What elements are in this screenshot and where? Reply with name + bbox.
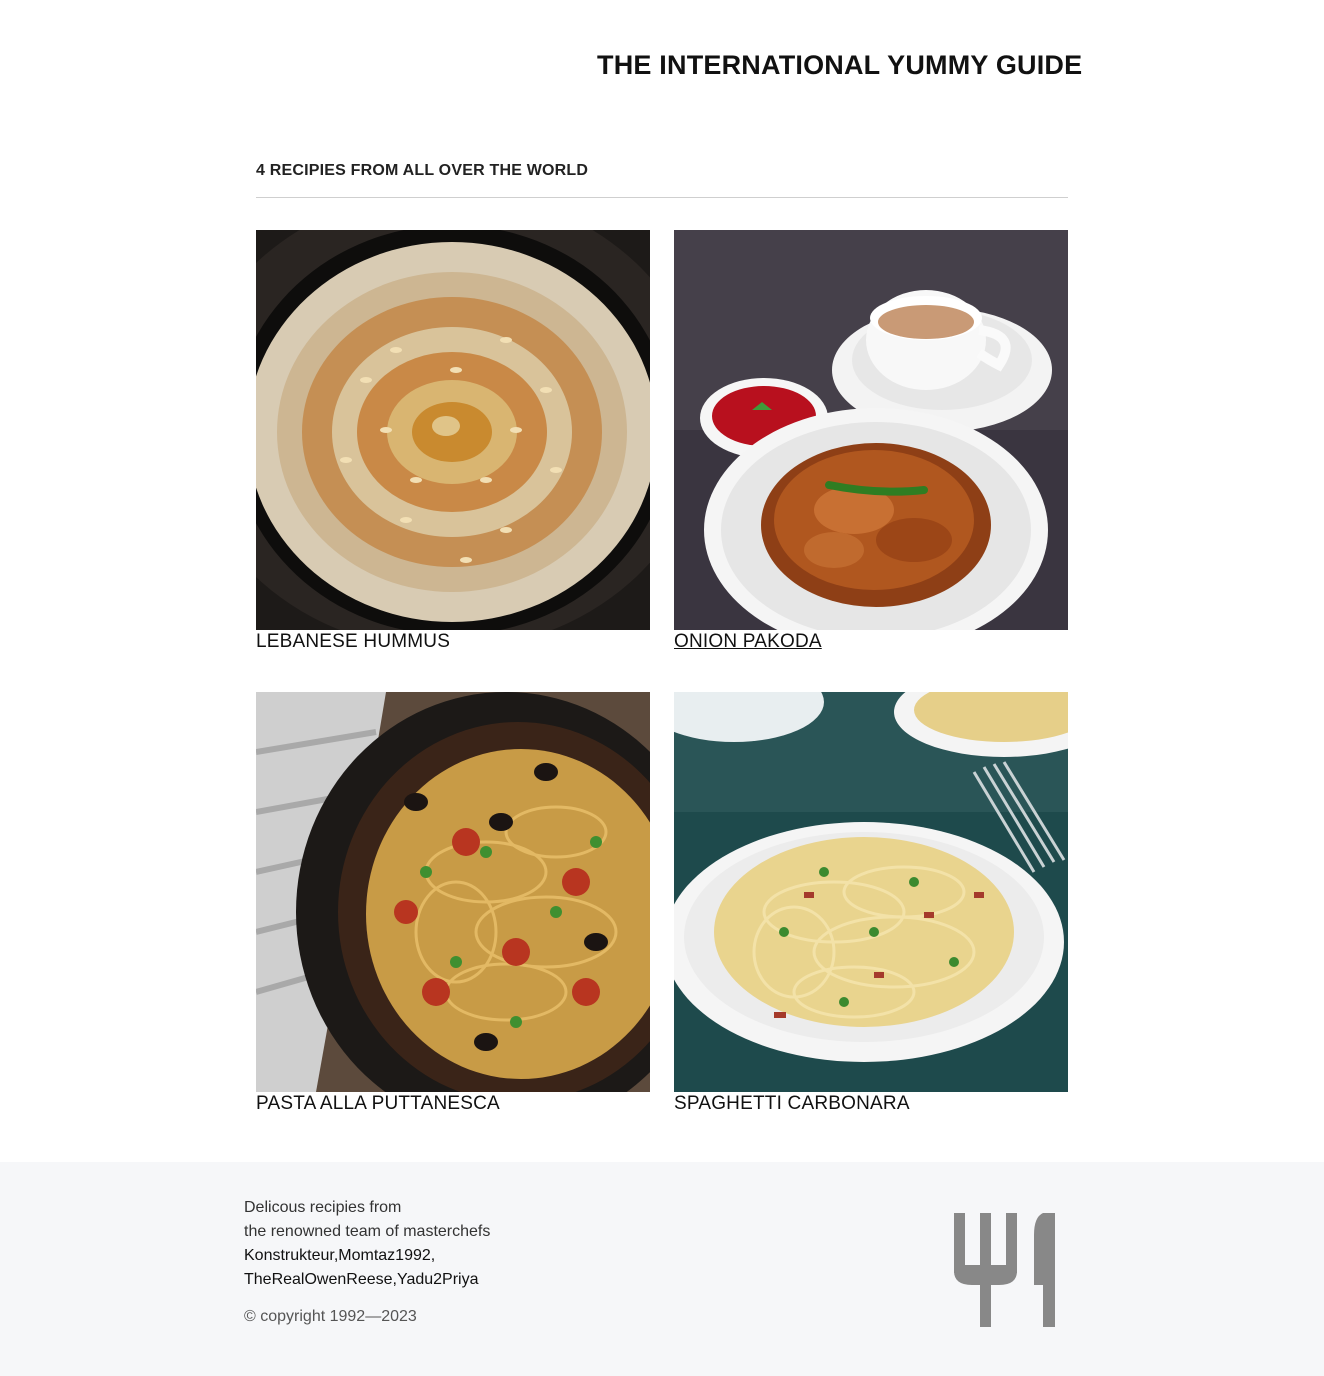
puttanesca-photo xyxy=(256,692,650,1092)
hummus-photo xyxy=(256,230,650,630)
recipe-image-carbonara[interactable] xyxy=(674,692,1068,1092)
footer-line-1: Delicous recipies from xyxy=(244,1199,402,1216)
footer-credits: Delicous recipies from the renowned team… xyxy=(244,1196,490,1292)
recipe-title-carbonara[interactable]: SPAGHETTI CARBONARA xyxy=(674,1093,1068,1115)
site-title: THE INTERNATIONAL YUMMY GUIDE xyxy=(597,50,1083,80)
carbonara-photo xyxy=(674,692,1068,1092)
footer-chefs-line-2: TheRealOwenReese,Yadu2Priya xyxy=(244,1271,479,1288)
section-heading: 4 RECIPIES FROM ALL OVER THE WORLD xyxy=(256,162,589,179)
divider xyxy=(256,197,1068,198)
recipe-card-hummus[interactable]: LEBANESE HUMMUS xyxy=(256,230,650,653)
fork-knife-icon xyxy=(954,1213,1055,1327)
recipe-title-hummus[interactable]: LEBANESE HUMMUS xyxy=(256,631,650,653)
recipe-card-carbonara[interactable]: SPAGHETTI CARBONARA xyxy=(674,692,1068,1115)
footer-line-2: the renowned team of masterchefs xyxy=(244,1223,491,1240)
recipe-title-puttanesca[interactable]: PASTA ALLA PUTTANESCA xyxy=(256,1093,650,1115)
footer: Delicous recipies from the renowned team… xyxy=(0,1162,1324,1376)
recipe-image-onion-pakoda[interactable] xyxy=(674,230,1068,630)
copyright: © copyright 1992—2023 xyxy=(244,1308,417,1325)
recipe-title-onion-pakoda[interactable]: ONION PAKODA xyxy=(674,631,1068,653)
recipe-image-puttanesca[interactable] xyxy=(256,692,650,1092)
onion-pakoda-photo xyxy=(674,230,1068,630)
recipe-card-onion-pakoda[interactable]: ONION PAKODA xyxy=(674,230,1068,653)
recipe-card-puttanesca[interactable]: PASTA ALLA PUTTANESCA xyxy=(256,692,650,1115)
recipe-image-hummus[interactable] xyxy=(256,230,650,630)
footer-chefs-line-1: Konstrukteur,Momtaz1992, xyxy=(244,1247,436,1264)
